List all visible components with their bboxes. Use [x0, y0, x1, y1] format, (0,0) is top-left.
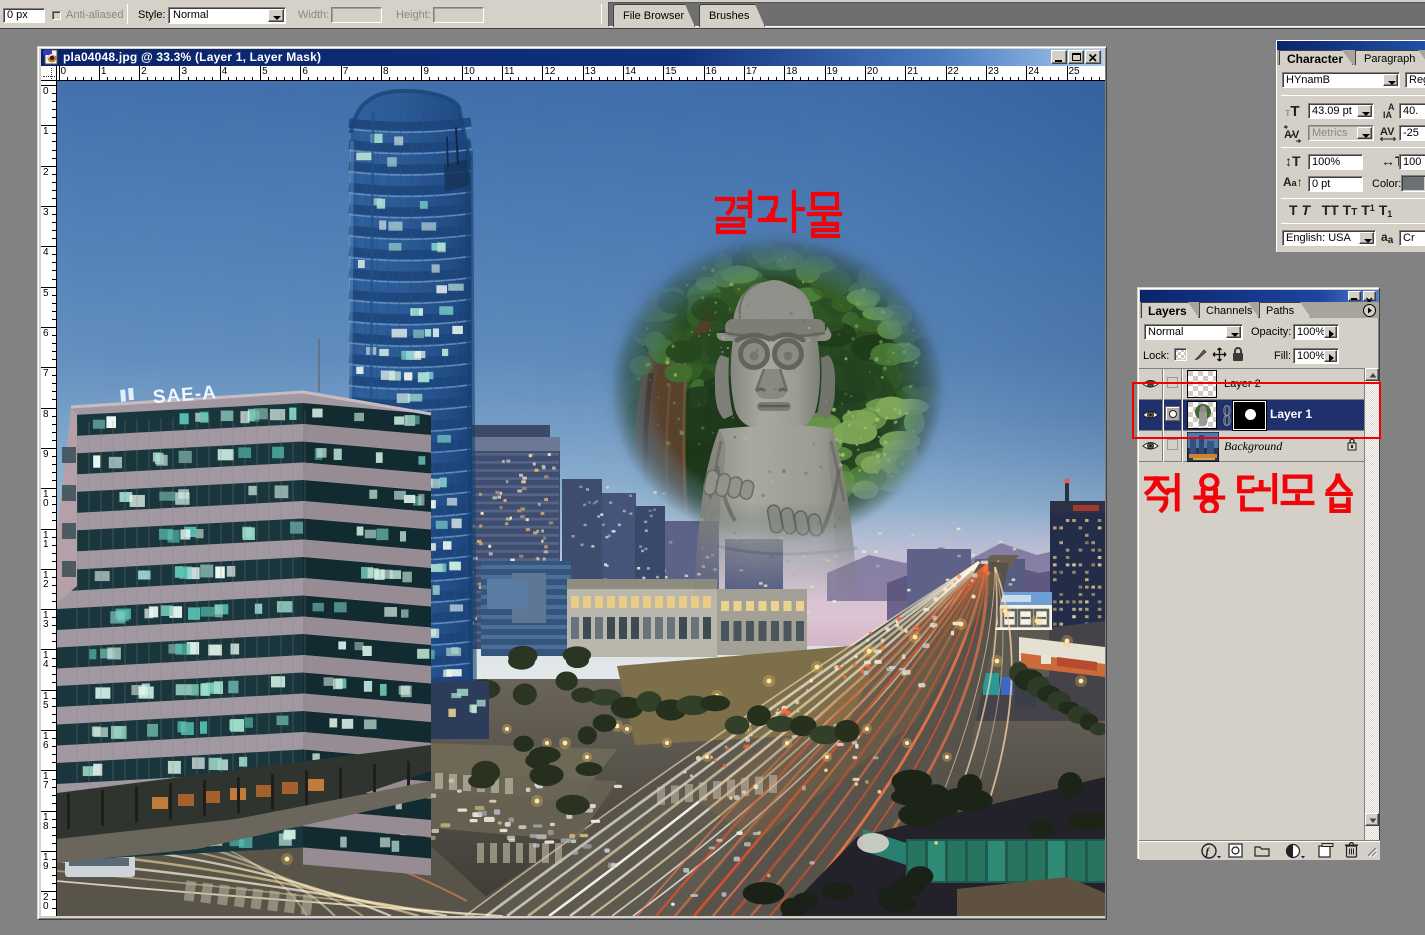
- svg-text:IA: IA: [1383, 110, 1393, 120]
- svg-text:AV: AV: [1380, 126, 1395, 138]
- svg-text:f: f: [1206, 846, 1211, 858]
- svg-text:A̷V: A̷V: [1284, 129, 1300, 141]
